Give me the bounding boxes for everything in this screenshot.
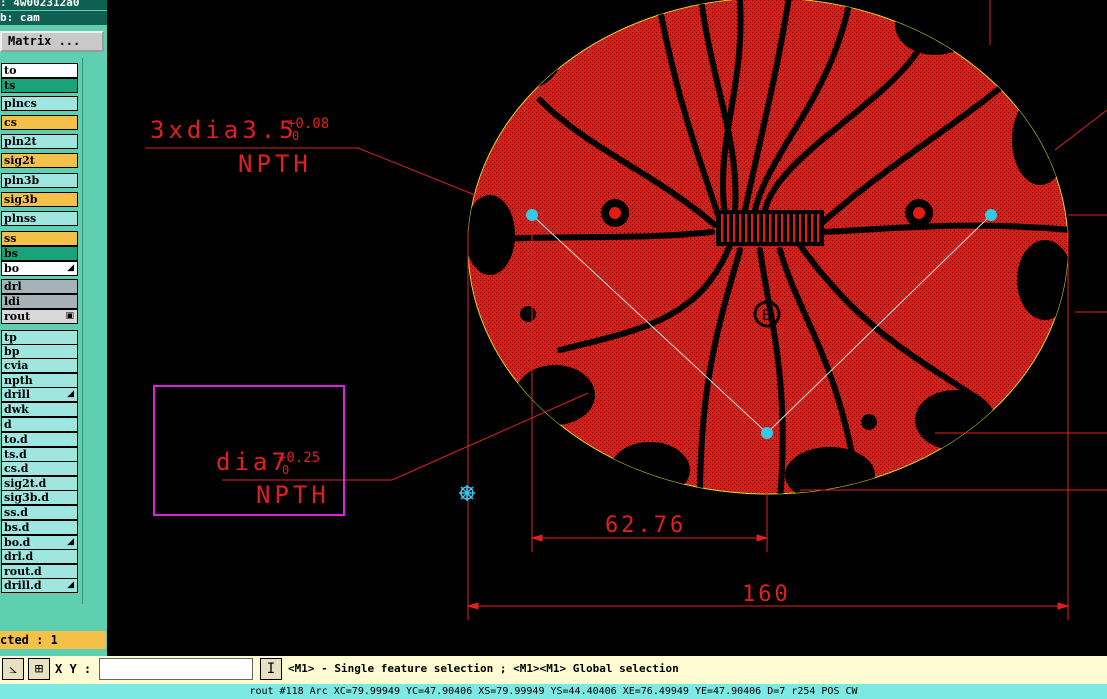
layer-scrollbar[interactable]	[82, 58, 107, 604]
selected-count: cted : 1	[0, 631, 106, 649]
layer-item-pln2t[interactable]: pln2t	[1, 134, 78, 149]
layer-flag-icon: ◢	[67, 389, 74, 399]
annotation-3xdia[interactable]: 3xdia3.5 +0.08 0 NPTH	[150, 116, 329, 178]
layer-name: bo	[4, 262, 20, 275]
layer-item-drill-d[interactable]: drill.d ◢	[1, 578, 78, 593]
svg-text:0: 0	[282, 463, 289, 477]
command-bar: ⦣ ⊞ X Y : I <M1> - Single feature select…	[0, 656, 1107, 684]
layer-item-cs-d[interactable]: cs.d	[1, 461, 78, 476]
layer-name: drl	[4, 280, 22, 293]
layer-name: plncs	[4, 97, 37, 110]
layer-name: plnss	[4, 212, 37, 225]
layer-item-rout[interactable]: rout ▣	[1, 309, 78, 324]
layer-name: pln2t	[4, 135, 37, 148]
layer-name: cs.d	[4, 462, 29, 475]
svg-text:3xdia3.5: 3xdia3.5	[150, 116, 298, 144]
layer-name: ts.d	[4, 448, 27, 461]
layer-item-plnss[interactable]: plnss	[1, 211, 78, 226]
svg-text:B: B	[762, 308, 772, 324]
layer-item-ss[interactable]: ss	[1, 231, 78, 246]
center-connector	[716, 210, 824, 246]
layer-flag-icon: ◢	[67, 537, 74, 547]
layer-name: ss	[4, 232, 17, 245]
layer-item-cvia[interactable]: cvia	[1, 358, 78, 373]
layer-item-npth[interactable]: npth	[1, 373, 78, 388]
layer-name: to.d	[4, 433, 28, 446]
graphic-canvas[interactable]: B 3xdia3.5 +0.08 0 NPTH dia7 +0.25 0 NPT…	[107, 0, 1107, 656]
layer-name: bp	[4, 345, 20, 358]
layer-item-sig3b-d[interactable]: sig3b.d	[1, 490, 78, 505]
layer-name: to	[4, 64, 17, 77]
layer-item-ldi[interactable]: ldi	[1, 294, 78, 309]
xy-input[interactable]	[99, 658, 253, 680]
layer-name: rout.d	[4, 565, 42, 578]
layer-name: sig2t	[4, 154, 35, 167]
xy-label: X Y :	[55, 662, 92, 676]
layer-item-sig2t[interactable]: sig2t	[1, 153, 78, 168]
layer-item-bp[interactable]: bp	[1, 344, 78, 359]
layer-item-rout-d[interactable]: rout.d	[1, 564, 78, 579]
grid-snap-icon[interactable]: ⊞	[28, 658, 50, 680]
layer-name: ldi	[4, 295, 21, 308]
layer-item-cs[interactable]: cs	[1, 115, 78, 130]
svg-text:0: 0	[292, 129, 299, 143]
layer-name: pln3b	[4, 174, 40, 187]
layer-item-bo-d[interactable]: bo.d ◢	[1, 535, 78, 550]
layer-item-to-d[interactable]: to.d	[1, 432, 78, 447]
layer-name: rout	[4, 310, 31, 323]
cursor-crosshair-icon	[459, 485, 475, 501]
layer-flag-icon: ◢	[67, 263, 74, 273]
layer-name: dwk	[4, 403, 29, 416]
layer-item-tp[interactable]: tp	[1, 330, 78, 345]
svg-text:NPTH: NPTH	[256, 481, 330, 509]
layer-item-plncs[interactable]: plncs	[1, 96, 78, 111]
layer-name: drill	[4, 388, 31, 401]
layer-name: bs	[4, 247, 18, 260]
layer-name: cs	[4, 116, 17, 129]
layer-item-pln3b[interactable]: pln3b	[1, 173, 78, 188]
layer-name: drl.d	[4, 550, 34, 563]
dim-outer-label: 160	[742, 582, 791, 607]
layer-name: drill.d	[4, 579, 42, 592]
layer-name: sig3b	[4, 193, 38, 206]
layer-name: ts	[4, 79, 16, 92]
layer-name: sig3b.d	[4, 491, 49, 504]
layer-item-drill[interactable]: drill ◢	[1, 387, 78, 402]
layer-item-dwk[interactable]: dwk	[1, 402, 78, 417]
layer-item-d[interactable]: d	[1, 417, 78, 432]
dim-inner-label: 62.76	[605, 513, 686, 538]
matrix-button[interactable]: Matrix ...	[0, 31, 104, 52]
layer-name: sig2t.d	[4, 477, 47, 490]
layer-item-sig2t-d[interactable]: sig2t.d	[1, 476, 78, 491]
layer-item-to[interactable]: to	[1, 63, 78, 78]
layer-name: ss.d	[4, 506, 28, 519]
svg-text:NPTH: NPTH	[238, 150, 312, 178]
layer-name: bo.d	[4, 536, 31, 549]
layer-flag-icon: ◢	[67, 580, 74, 590]
hint-message: <M1> - Single feature selection ; <M1><M…	[288, 662, 679, 675]
layer-item-bs-d[interactable]: bs.d	[1, 520, 78, 535]
layer-name: bs.d	[4, 521, 30, 534]
layer-item-sig3b[interactable]: sig3b	[1, 192, 78, 207]
layer-item-ss-d[interactable]: ss.d	[1, 505, 78, 520]
layer-name: cvia	[4, 359, 29, 372]
layer-name: tp	[4, 331, 17, 344]
layer-item-bo[interactable]: bo ◢	[1, 261, 78, 276]
annotation-dia7[interactable]: dia7 +0.25 0 NPTH	[216, 448, 330, 509]
job-id-label: : 4w002312a0	[0, 0, 107, 10]
layer-flag-icon: ▣	[65, 311, 74, 321]
layer-item-drl-d[interactable]: drl.d	[1, 549, 78, 564]
layer-name: npth	[4, 374, 33, 387]
measure-tool-icon[interactable]: ⦣	[2, 658, 24, 680]
layer-item-ts[interactable]: ts	[1, 78, 78, 93]
layer-item-drl[interactable]: drl	[1, 279, 78, 294]
layer-name: d	[4, 418, 12, 431]
input-mode-icon[interactable]: I	[260, 658, 282, 680]
layer-item-ts-d[interactable]: ts.d	[1, 447, 78, 462]
status-bar: rout #118 Arc XC=79.99949 YC=47.90406 XS…	[0, 684, 1107, 699]
layer-panel: : 4w002312a0 b: cam Matrix ... to ts plncs…	[0, 0, 107, 656]
layer-item-bs[interactable]: bs	[1, 246, 78, 261]
job-name-label: b: cam	[0, 11, 107, 25]
